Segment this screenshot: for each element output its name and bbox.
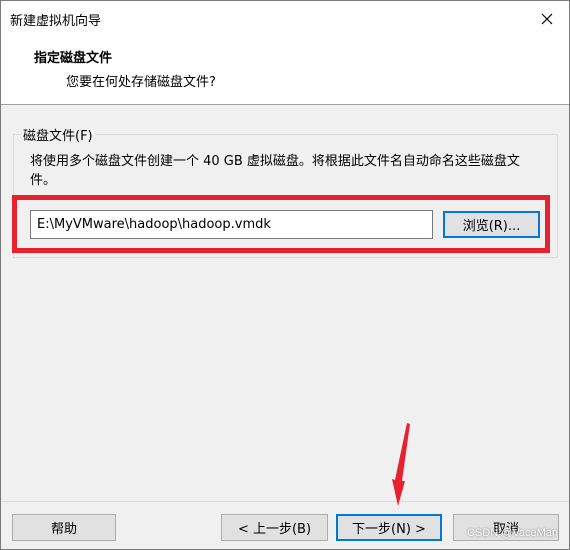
title-bar: 新建虚拟机向导 [1, 1, 569, 37]
disk-file-group-label: 磁盘文件(F) [20, 125, 96, 144]
help-button[interactable]: 帮助 [12, 514, 116, 541]
wizard-window: 新建虚拟机向导 指定磁盘文件 您要在何处存储磁盘文件? 磁盘文件(F) 将使用多… [0, 0, 570, 550]
back-button[interactable]: < 上一步(B) [221, 514, 328, 541]
close-icon [541, 13, 553, 25]
page-title: 指定磁盘文件 [34, 51, 113, 66]
annotation-highlight-box [12, 195, 550, 253]
page-subtitle: 您要在何处存储磁盘文件? [66, 75, 216, 90]
close-button[interactable] [525, 1, 569, 37]
footer-divider [1, 501, 569, 502]
watermark-text: CSDN @VaceMan [467, 527, 559, 539]
annotation-arrow-icon [392, 423, 410, 506]
wizard-header: 指定磁盘文件 您要在何处存储磁盘文件? [1, 37, 569, 105]
next-button[interactable]: 下一步(N) > [336, 514, 442, 541]
window-title: 新建虚拟机向导 [10, 14, 102, 29]
disk-file-description: 将使用多个磁盘文件创建一个 40 GB 虚拟磁盘。将根据此文件名自动命名这些磁盘… [30, 154, 520, 188]
